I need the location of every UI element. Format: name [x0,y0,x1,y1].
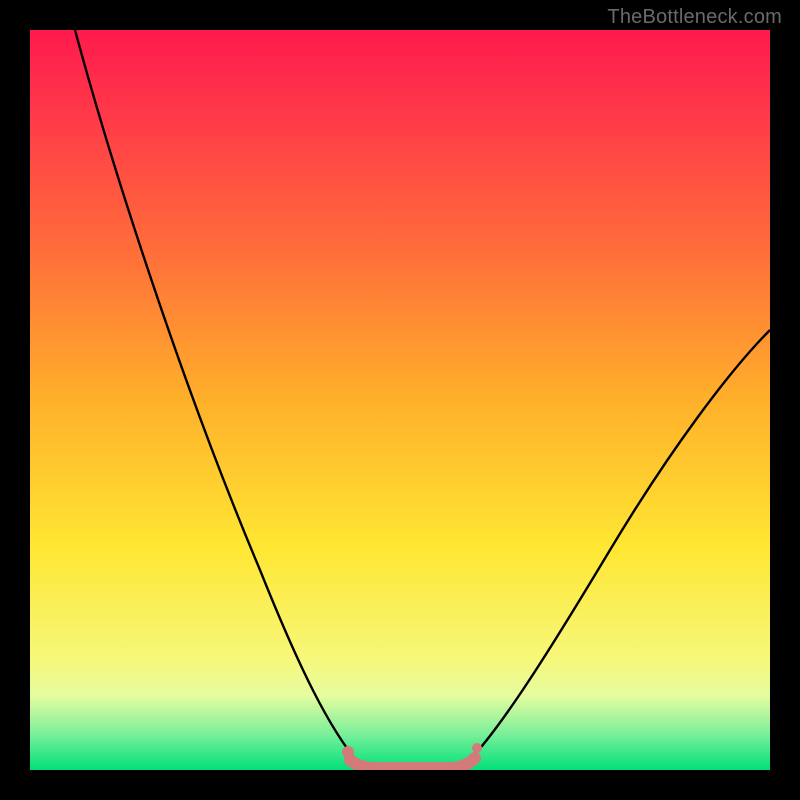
left-curve [75,30,360,765]
bottom-dot-left [342,746,354,758]
attribution-text: TheBottleneck.com [607,6,782,29]
bottom-flat-marker [350,758,475,768]
plot-area [30,30,770,770]
bottom-dot-right [472,743,482,753]
right-curve [465,330,770,765]
curve-overlay [30,30,770,770]
